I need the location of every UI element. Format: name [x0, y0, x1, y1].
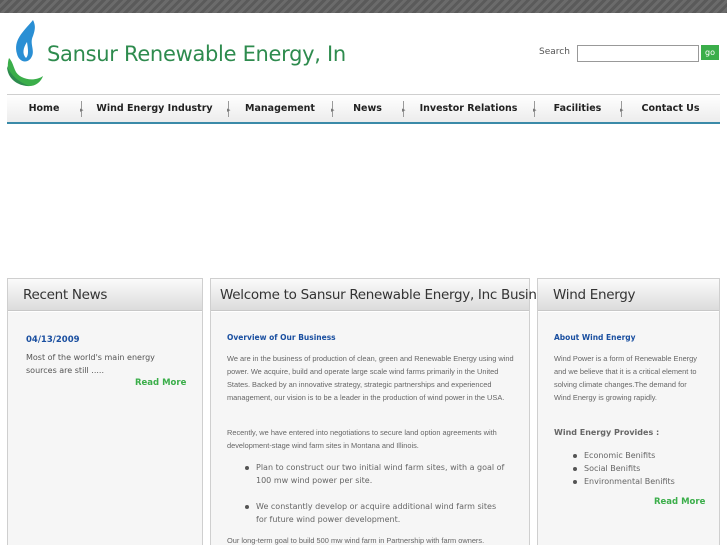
- top-stripe: [0, 0, 727, 13]
- wind-energy-description: Wind Power is a form of Renewable Energy…: [554, 354, 697, 402]
- wind-energy-title: Wind Energy: [538, 279, 719, 311]
- nav-item-news[interactable]: ▸ News: [331, 95, 403, 122]
- search-label: Search: [539, 47, 570, 57]
- nav-separator-icon: ▸: [533, 106, 537, 114]
- search-go-button[interactable]: go: [701, 45, 719, 60]
- nav-item-home[interactable]: Home: [7, 95, 81, 122]
- wind-energy-body: About Wind Energy Wind Power is a form o…: [538, 312, 719, 545]
- about-wind-energy-heading: About Wind Energy: [554, 333, 636, 342]
- nav-separator-icon: ▸: [331, 106, 335, 114]
- welcome-title: Welcome to Sansur Renewable Energy, Inc …: [211, 279, 558, 311]
- provides-heading: Wind Energy Provides :: [554, 428, 660, 437]
- welcome-body: Overview of Our Business We are in the b…: [211, 312, 529, 545]
- wind-read-more-link[interactable]: Read More: [654, 497, 705, 507]
- list-item: Environmental Benifits: [572, 475, 675, 488]
- recent-news-panel: Recent News 04/13/2009 Most of the world…: [7, 278, 203, 545]
- nav-separator-icon: ▸: [227, 106, 231, 114]
- nav-separator-icon: ▸: [80, 106, 84, 114]
- nav-label: Management: [245, 103, 315, 114]
- nav-item-investor-relations[interactable]: ▸ Investor Relations: [402, 95, 534, 122]
- negotiations-paragraph: Recently, we have entered into negotiati…: [227, 428, 497, 450]
- site-brand-name[interactable]: Sansur Renewable Energy, In: [47, 42, 346, 66]
- nav-item-management[interactable]: ▸ Management: [227, 95, 332, 122]
- nav-item-wind-energy-industry[interactable]: ▸ Wind Energy Industry: [80, 95, 228, 122]
- news-summary: Most of the world's main energy sources …: [26, 353, 155, 375]
- welcome-panel: Welcome to Sansur Renewable Energy, Inc …: [210, 278, 558, 545]
- search-input[interactable]: [577, 45, 699, 62]
- recent-news-body: 04/13/2009 Most of the world's main ener…: [8, 312, 202, 545]
- wind-energy-panel: Wind Energy About Wind Energy Wind Power…: [537, 278, 720, 545]
- plans-list: Plan to construct our two initial wind f…: [244, 461, 506, 526]
- overview-paragraph: We are in the business of production of …: [227, 354, 514, 402]
- list-item: We constantly develop or acquire additio…: [244, 500, 506, 526]
- nav-item-contact-us[interactable]: ▸ Contact Us: [620, 95, 720, 122]
- recent-news-title: Recent News: [8, 279, 202, 311]
- nav-separator-icon: ▸: [620, 106, 624, 114]
- nav-label: Contact Us: [641, 103, 700, 114]
- nav-separator-icon: ▸: [402, 106, 406, 114]
- list-item: Economic Benifits: [572, 449, 675, 462]
- nav-label: Investor Relations: [419, 103, 518, 114]
- long-term-goal-paragraph: Our long-term goal to build 500 mw wind …: [227, 536, 485, 545]
- news-date: 04/13/2009: [26, 335, 80, 345]
- flame-leaf-logo-icon[interactable]: [5, 18, 45, 88]
- nav-label: News: [353, 103, 382, 114]
- list-item: Plan to construct our two initial wind f…: [244, 461, 506, 487]
- overview-heading: Overview of Our Business: [227, 333, 336, 342]
- benefits-list: Economic Benifits Social Benifits Enviro…: [572, 449, 675, 488]
- nav-label: Facilities: [553, 103, 602, 114]
- nav-item-facilities[interactable]: ▸ Facilities: [533, 95, 621, 122]
- list-item: Social Benifits: [572, 462, 675, 475]
- nav-label: Wind Energy Industry: [96, 103, 213, 114]
- news-read-more-link[interactable]: Read More: [135, 378, 186, 388]
- main-nav: Home ▸ Wind Energy Industry ▸ Management ▸…: [7, 94, 720, 124]
- nav-label: Home: [28, 103, 60, 114]
